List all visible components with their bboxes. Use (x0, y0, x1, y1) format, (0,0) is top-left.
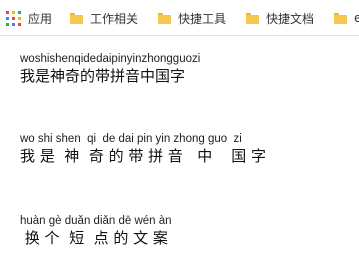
bookmark-folder-more[interactable]: e (334, 0, 359, 36)
apps-dot (18, 22, 21, 26)
apps-grid-icon (6, 10, 21, 26)
bookmark-label: 应用 (28, 11, 53, 26)
apps-dot (6, 10, 9, 14)
hanzi-text: 我是神奇的带拼音中国字 (20, 67, 186, 85)
bookmark-folder-work[interactable]: 工作相关 (70, 0, 138, 36)
example-2: wo shi shen qi de dai pin yin zhong guo … (20, 132, 266, 166)
folder-icon (70, 12, 83, 24)
bookmarks-bar: 应用 工作相关 快捷工具 快捷文档 e (0, 0, 359, 36)
bookmark-apps[interactable]: 应用 (6, 0, 52, 36)
pinyin-text: huàn gè duǎn diǎn dē wén àn (20, 215, 172, 227)
bookmark-label: 快捷工具 (178, 11, 227, 26)
bookmark-folder-docs[interactable]: 快捷文档 (246, 0, 314, 36)
hanzi-text: 我 是 神 奇 的 带 拼 音 中 国 字 (20, 147, 267, 165)
bookmark-label: 快捷文档 (266, 11, 315, 26)
example-1: woshishenqidedaipinyinzhongguozi 我是神奇的带拼… (20, 52, 200, 86)
example-3: huàn gè duǎn diǎn dē wén àn 换 个 短 点 的 文 … (20, 214, 172, 248)
folder-icon (158, 12, 171, 24)
apps-dot (18, 16, 21, 20)
pinyin-text: wo shi shen qi de dai pin yin zhong guo … (20, 133, 242, 145)
bookmark-folder-tools[interactable]: 快捷工具 (158, 0, 226, 36)
pinyin-text: woshishenqidedaipinyinzhongguozi (20, 53, 201, 65)
apps-dot (12, 10, 15, 14)
folder-icon (334, 12, 347, 24)
hanzi-text: 换 个 短 点 的 文 案 (20, 229, 168, 247)
apps-dot (6, 16, 9, 20)
folder-icon (246, 12, 259, 24)
apps-dot (6, 22, 9, 26)
bookmark-label: e (354, 11, 359, 25)
apps-dot (12, 22, 15, 26)
apps-dot (12, 16, 15, 20)
apps-dot (18, 10, 21, 14)
bookmark-label: 工作相关 (90, 11, 139, 26)
